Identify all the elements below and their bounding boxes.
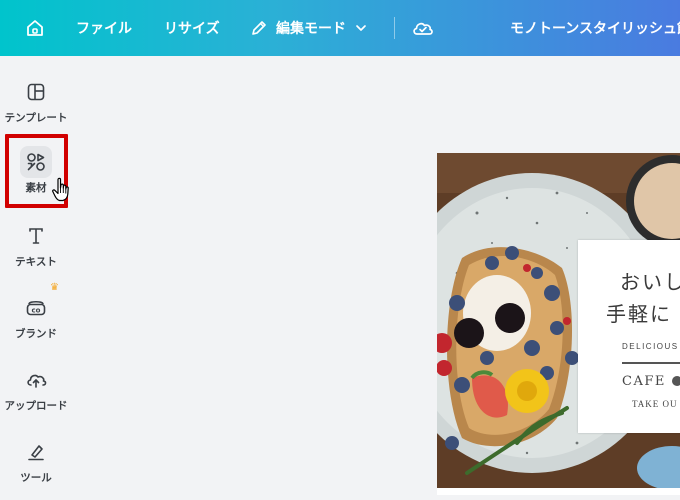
brand-icon-wrap: co xyxy=(20,292,52,324)
subtext: DELICIOUS xyxy=(622,342,679,351)
chevron-down-icon xyxy=(356,25,366,31)
top-toolbar: ファイル リサイズ 編集モード モノトーンスタイリッシュ飲 xyxy=(0,0,680,56)
sidebar-item-tools[interactable]: ツール xyxy=(0,436,72,500)
text-icon xyxy=(29,228,43,244)
sidebar-item-uploads[interactable]: アップロード xyxy=(0,364,72,428)
hand-cursor-icon xyxy=(52,177,69,202)
divider-rule xyxy=(622,362,680,364)
dot-shape xyxy=(671,376,680,386)
cafe-label-wrap: CAFE xyxy=(622,374,680,389)
sidebar-item-templates[interactable]: テンプレート xyxy=(0,76,72,140)
resize-button[interactable]: リサイズ xyxy=(164,0,220,56)
text-card[interactable]: おいし 手軽に DELICIOUS CAFE TAKE OU xyxy=(578,240,680,433)
svg-text:co: co xyxy=(32,307,41,315)
file-menu-button[interactable]: ファイル xyxy=(76,0,132,56)
sidebar-item-label: アップロード xyxy=(4,400,68,412)
document-title[interactable]: モノトーンスタイリッシュ飲 xyxy=(510,0,680,56)
design-canvas[interactable]: おいし 手軽に DELICIOUS CAFE TAKE OU xyxy=(437,153,680,495)
cloud-check-icon xyxy=(413,22,433,35)
sidebar-item-label: テンプレート xyxy=(4,112,68,124)
save-status-button[interactable] xyxy=(411,0,435,56)
layout-icon xyxy=(27,83,45,101)
cloud-upload-icon-wrap xyxy=(20,364,52,396)
sidebar-item-label: ツール xyxy=(20,472,52,484)
pen-tool-icon xyxy=(28,445,44,461)
edit-mode-label: 編集モード xyxy=(276,21,346,37)
brand-icon: co xyxy=(26,301,46,316)
pencil-icon xyxy=(252,21,266,35)
home-icon xyxy=(27,20,43,36)
home-button[interactable] xyxy=(22,0,48,56)
canvas-bottom-strip xyxy=(437,488,680,495)
sidebar-item-label: テキスト xyxy=(15,256,57,268)
cloud-upload-icon xyxy=(27,374,47,388)
layout-icon-wrap xyxy=(20,76,52,108)
edit-mode-dropdown[interactable]: 編集モード xyxy=(250,0,368,56)
take-label: TAKE OU xyxy=(632,399,678,409)
toolbar-divider xyxy=(394,17,395,39)
pen-tool-icon-wrap xyxy=(20,436,52,468)
cafe-label: CAFE xyxy=(622,374,666,389)
sidebar-item-text[interactable]: テキスト xyxy=(0,220,72,284)
sidebar-item-label: ブランド xyxy=(15,328,57,340)
sidebar-item-brand[interactable]: co ブランド xyxy=(0,292,72,356)
headline-line2: 手軽に xyxy=(606,302,672,326)
text-icon-wrap xyxy=(20,220,52,252)
headline-line1: おいし xyxy=(620,270,680,294)
